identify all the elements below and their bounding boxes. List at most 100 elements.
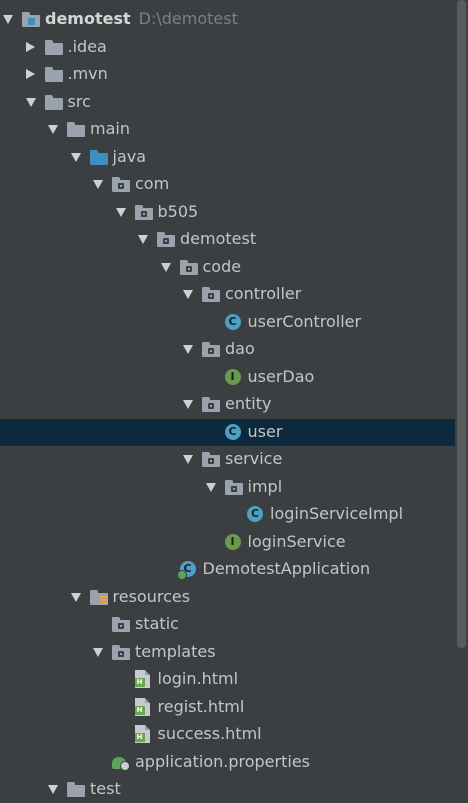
interface-icon: I [224,533,241,550]
expand-arrow-down-icon[interactable] [138,235,148,244]
expand-arrow-down-icon[interactable] [183,345,193,354]
tree-node-label: service [225,449,283,468]
tree-node-login-html[interactable]: Hlogin.html [0,666,455,693]
expand-arrow-down-icon[interactable] [115,207,126,217]
tree-node-templates[interactable]: templates [0,639,455,666]
tree-node-label: templates [135,641,216,661]
tree-node-label: application.properties [135,751,310,771]
expand-arrow-down-icon[interactable] [48,125,58,134]
tree-node-label: src [67,91,91,111]
expand-arrow-down-icon[interactable] [70,152,81,162]
tree-node-label: entity [225,394,272,413]
interface-icon: I [224,368,241,385]
tree-node-label: controller [225,284,302,303]
tree-node-label: demotest [180,229,257,248]
package-icon [112,616,130,633]
source-folder-icon [89,149,108,166]
tree-node-label: java [112,146,147,166]
tree-node-static[interactable]: static [0,611,455,638]
tree-node--idea[interactable]: .idea [0,34,455,61]
package-icon [202,341,220,358]
tree-node-label: userDao [247,366,315,386]
expand-arrow-down-icon[interactable] [70,592,81,602]
tree-node-application-properties[interactable]: application.properties [0,749,455,776]
tree-node-java[interactable]: java [0,144,455,171]
expand-arrow-down-icon[interactable] [205,482,216,492]
package-icon [224,479,243,496]
package-icon [157,231,175,248]
tree-node-success-html[interactable]: Hsuccess.html [0,721,455,748]
tree-node-label: main [90,119,130,138]
expand-arrow-right-icon[interactable] [25,69,35,79]
expand-arrow-down-icon[interactable] [183,455,193,464]
tree-node-loginservice[interactable]: IloginService [0,529,455,556]
class-icon: C [247,506,263,522]
tree-node-impl[interactable]: impl [0,474,455,501]
tree-node-userdao[interactable]: IuserDao [0,364,455,391]
html-file-icon: H [134,670,150,688]
package-icon [202,286,220,303]
tree-node-regist-html[interactable]: Hregist.html [0,694,455,721]
tree-node-label: b505 [157,201,199,221]
tree-node-label: impl [247,476,283,496]
tree-node-controller[interactable]: controller [0,281,455,308]
class-icon: C [224,423,241,440]
project-tree: demotest D:\demotest .idea .mvn src main java c… [0,0,455,802]
tree-node-demotest[interactable]: demotest [0,226,455,253]
module-folder-icon [22,11,40,28]
tree-node-label: success.html [157,724,262,743]
tree-node-usercontroller[interactable]: CuserController [0,309,455,336]
tree-node-label: loginService [247,531,346,551]
tree-node-label: DemotestApplication [202,559,371,578]
tree-node-src[interactable]: src [0,89,455,116]
tree-node-demotestapplication[interactable]: C DemotestApplication [0,556,455,583]
package-icon [134,204,153,221]
expand-arrow-down-icon[interactable] [25,97,36,107]
tree-node-loginserviceimpl[interactable]: CloginServiceImpl [0,501,455,528]
tree-node-label: .idea [67,36,107,56]
expand-arrow-down-icon[interactable] [183,400,193,409]
tree-node-entity[interactable]: entity [0,391,455,418]
tree-node-demotest[interactable]: demotest D:\demotest [0,6,455,33]
tree-node-label: userController [247,311,362,331]
tree-node-b505[interactable]: b505 [0,199,455,226]
tree-node-label: regist.html [157,696,245,716]
tree-node-dao[interactable]: dao [0,336,455,363]
expand-arrow-right-icon[interactable] [25,41,35,52]
expand-arrow-down-icon[interactable] [160,262,171,272]
module-path-hint: D:\demotest [138,9,238,28]
tree-node--mvn[interactable]: .mvn [0,61,455,88]
tree-node-label: dao [225,339,255,358]
expand-arrow-down-icon[interactable] [93,647,103,657]
expand-arrow-down-icon[interactable] [48,785,58,794]
tree-node-label: loginServiceImpl [270,504,404,523]
spring-boot-class-icon: C [176,561,196,580]
tree-node-service[interactable]: service [0,446,455,473]
tree-node-label: static [135,614,179,633]
tree-node-user[interactable]: Cuser [0,418,455,446]
folder-icon [44,39,63,56]
package-icon [179,259,198,276]
html-file-icon: H [134,697,150,716]
expand-arrow-down-icon[interactable] [3,15,13,24]
package-icon [202,451,220,468]
tree-node-test[interactable]: test [0,776,455,803]
folder-icon [67,121,85,138]
tree-node-com[interactable]: com [0,171,455,198]
properties-file-icon [112,755,130,771]
folder-icon [44,66,63,83]
tree-node-label: code [202,256,242,276]
tree-node-code[interactable]: code [0,254,455,281]
resources-folder-icon [89,589,108,606]
tree-node-label: resources [112,586,191,606]
vertical-scrollbar[interactable] [457,0,466,648]
tree-node-label: demotest D:\demotest [45,9,238,28]
package-icon [112,644,130,661]
expand-arrow-down-icon[interactable] [93,180,103,189]
tree-node-main[interactable]: main [0,116,455,143]
tree-node-resources[interactable]: resources [0,584,455,611]
expand-arrow-down-icon[interactable] [183,290,193,299]
folder-icon [44,94,63,111]
tree-node-label: .mvn [67,64,108,83]
tree-node-label: user [247,421,283,441]
